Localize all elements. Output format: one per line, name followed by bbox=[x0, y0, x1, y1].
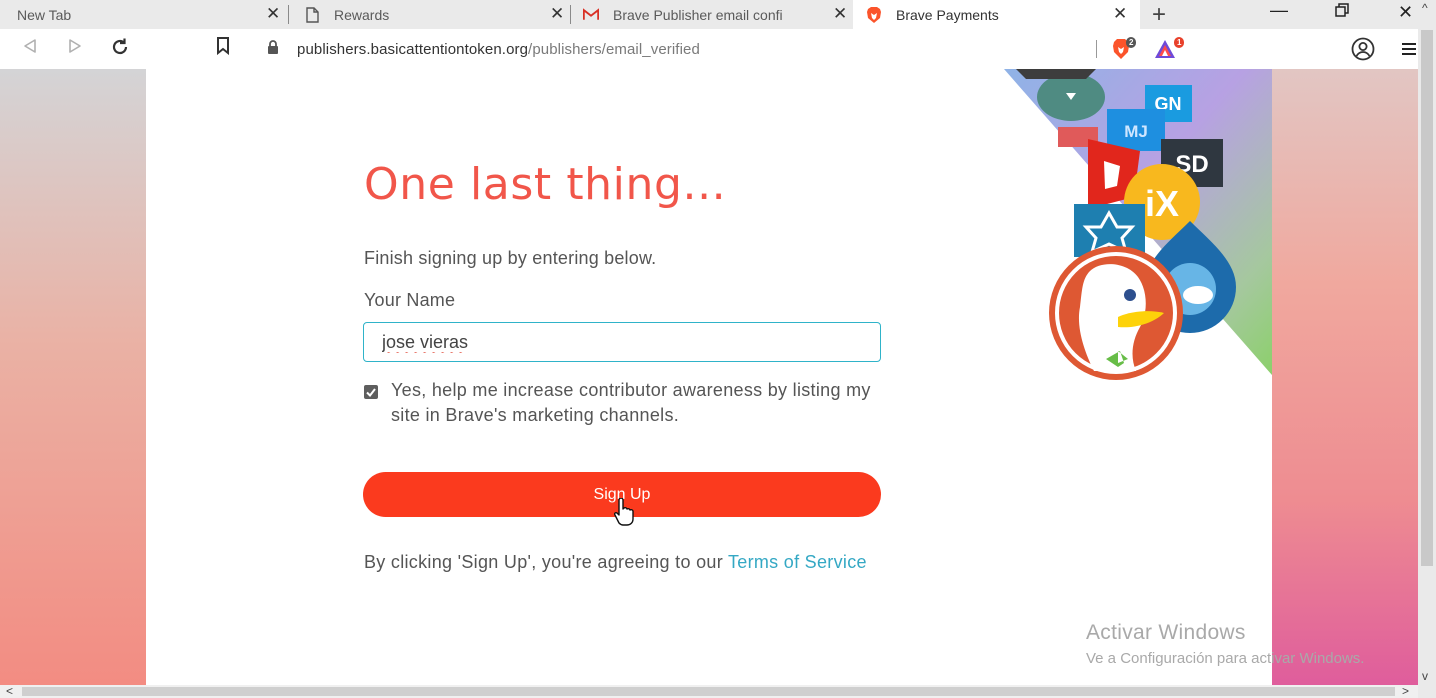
vertical-scroll-thumb[interactable] bbox=[1421, 30, 1433, 566]
tab-title: Brave Publisher email confi bbox=[613, 6, 783, 23]
terms-prefix: By clicking 'Sign Up', you're agreeing t… bbox=[364, 552, 728, 572]
toolbar-divider bbox=[1096, 40, 1097, 58]
tab-title: New Tab bbox=[17, 6, 72, 23]
svg-text:MJ: MJ bbox=[1124, 122, 1148, 141]
scroll-up-icon[interactable]: ^ bbox=[1422, 2, 1428, 14]
rewards-badge: 1 bbox=[1174, 37, 1185, 48]
marketing-opt-in-checkbox[interactable] bbox=[364, 385, 378, 399]
close-tab-icon[interactable]: ✕ bbox=[833, 4, 847, 24]
horizontal-scroll-thumb[interactable] bbox=[22, 687, 1395, 696]
windows-activation-watermark: Activar Windows Ve a Configuración para … bbox=[1086, 621, 1386, 669]
url-host: publishers.basicattentiontoken.org bbox=[297, 41, 529, 58]
browser-toolbar: publishers.basicattentiontoken.org/publi… bbox=[0, 29, 1436, 69]
menu-icon[interactable] bbox=[1402, 39, 1416, 61]
hand-pointer-cursor-icon bbox=[614, 498, 634, 526]
url-path: /publishers/email_verified bbox=[528, 41, 700, 58]
terms-of-service-link[interactable]: Terms of Service bbox=[728, 552, 867, 572]
new-tab-button[interactable]: + bbox=[1152, 1, 1166, 29]
scroll-left-icon[interactable]: < bbox=[6, 685, 13, 697]
tab-brave-payments[interactable]: Brave Payments ✕ bbox=[853, 0, 1140, 29]
vertical-scrollbar[interactable]: ^ v bbox=[1418, 0, 1436, 698]
background-gradient bbox=[1272, 69, 1418, 685]
marketing-opt-in-label[interactable]: Yes, help me increase contributor awaren… bbox=[391, 378, 871, 428]
scroll-right-icon[interactable]: > bbox=[1402, 685, 1409, 697]
mj-logo-icon: MJ bbox=[1107, 109, 1165, 151]
address-bar[interactable]: publishers.basicattentiontoken.org/publi… bbox=[250, 34, 1106, 64]
tab-title: Rewards bbox=[334, 6, 390, 23]
profile-icon[interactable] bbox=[1351, 37, 1375, 66]
horizontal-scrollbar[interactable]: < > bbox=[0, 685, 1418, 698]
checkmark-icon bbox=[366, 387, 376, 397]
svg-text:iX: iX bbox=[1145, 183, 1179, 224]
watermark-subtitle: Ve a Configuración para activar Windows. bbox=[1086, 650, 1365, 667]
signup-card: GN MJ SD iX One last thing... Finish sig… bbox=[146, 69, 1272, 685]
duckduckgo-logo-icon bbox=[1049, 246, 1183, 380]
tab-rewards[interactable]: Rewards ✕ bbox=[289, 0, 571, 29]
close-tab-icon[interactable]: ✕ bbox=[266, 4, 280, 24]
tab-new-tab[interactable]: New Tab ✕ bbox=[0, 0, 289, 29]
terms-notice: By clicking 'Sign Up', you're agreeing t… bbox=[364, 550, 889, 575]
close-window-icon[interactable]: ✕ bbox=[1398, 2, 1413, 23]
tab-title: Brave Payments bbox=[896, 6, 999, 23]
brave-rewards-icon[interactable] bbox=[1154, 39, 1176, 64]
forward-icon[interactable] bbox=[68, 37, 82, 59]
close-tab-icon[interactable]: ✕ bbox=[1113, 4, 1127, 24]
shields-badge: 2 bbox=[1126, 37, 1137, 48]
restore-icon[interactable] bbox=[1335, 2, 1350, 23]
page-title: One last thing... bbox=[364, 159, 727, 210]
page-viewport: GN MJ SD iX One last thing... Finish sig… bbox=[0, 69, 1418, 685]
back-icon[interactable] bbox=[23, 37, 37, 59]
tab-strip: New Tab ✕ Rewards ✕ Brave Publisher emai… bbox=[0, 0, 1436, 29]
tab-gmail[interactable]: Brave Publisher email confi ✕ bbox=[571, 0, 853, 29]
gmail-icon bbox=[583, 7, 599, 23]
minimize-icon[interactable]: — bbox=[1270, 0, 1288, 21]
close-tab-icon[interactable]: ✕ bbox=[550, 4, 564, 24]
name-input[interactable] bbox=[363, 322, 881, 362]
reload-icon[interactable] bbox=[110, 37, 130, 62]
brave-lion-icon bbox=[866, 6, 882, 23]
bookmark-icon[interactable] bbox=[216, 37, 230, 60]
page-icon bbox=[304, 6, 320, 23]
url-text[interactable]: publishers.basicattentiontoken.org/publi… bbox=[297, 41, 700, 58]
lock-icon[interactable] bbox=[267, 40, 279, 60]
page-subtitle: Finish signing up by entering below. bbox=[364, 248, 657, 268]
name-field-label: Your Name bbox=[364, 290, 456, 310]
scroll-down-icon[interactable]: v bbox=[1422, 670, 1428, 682]
watermark-title: Activar Windows bbox=[1086, 621, 1246, 644]
